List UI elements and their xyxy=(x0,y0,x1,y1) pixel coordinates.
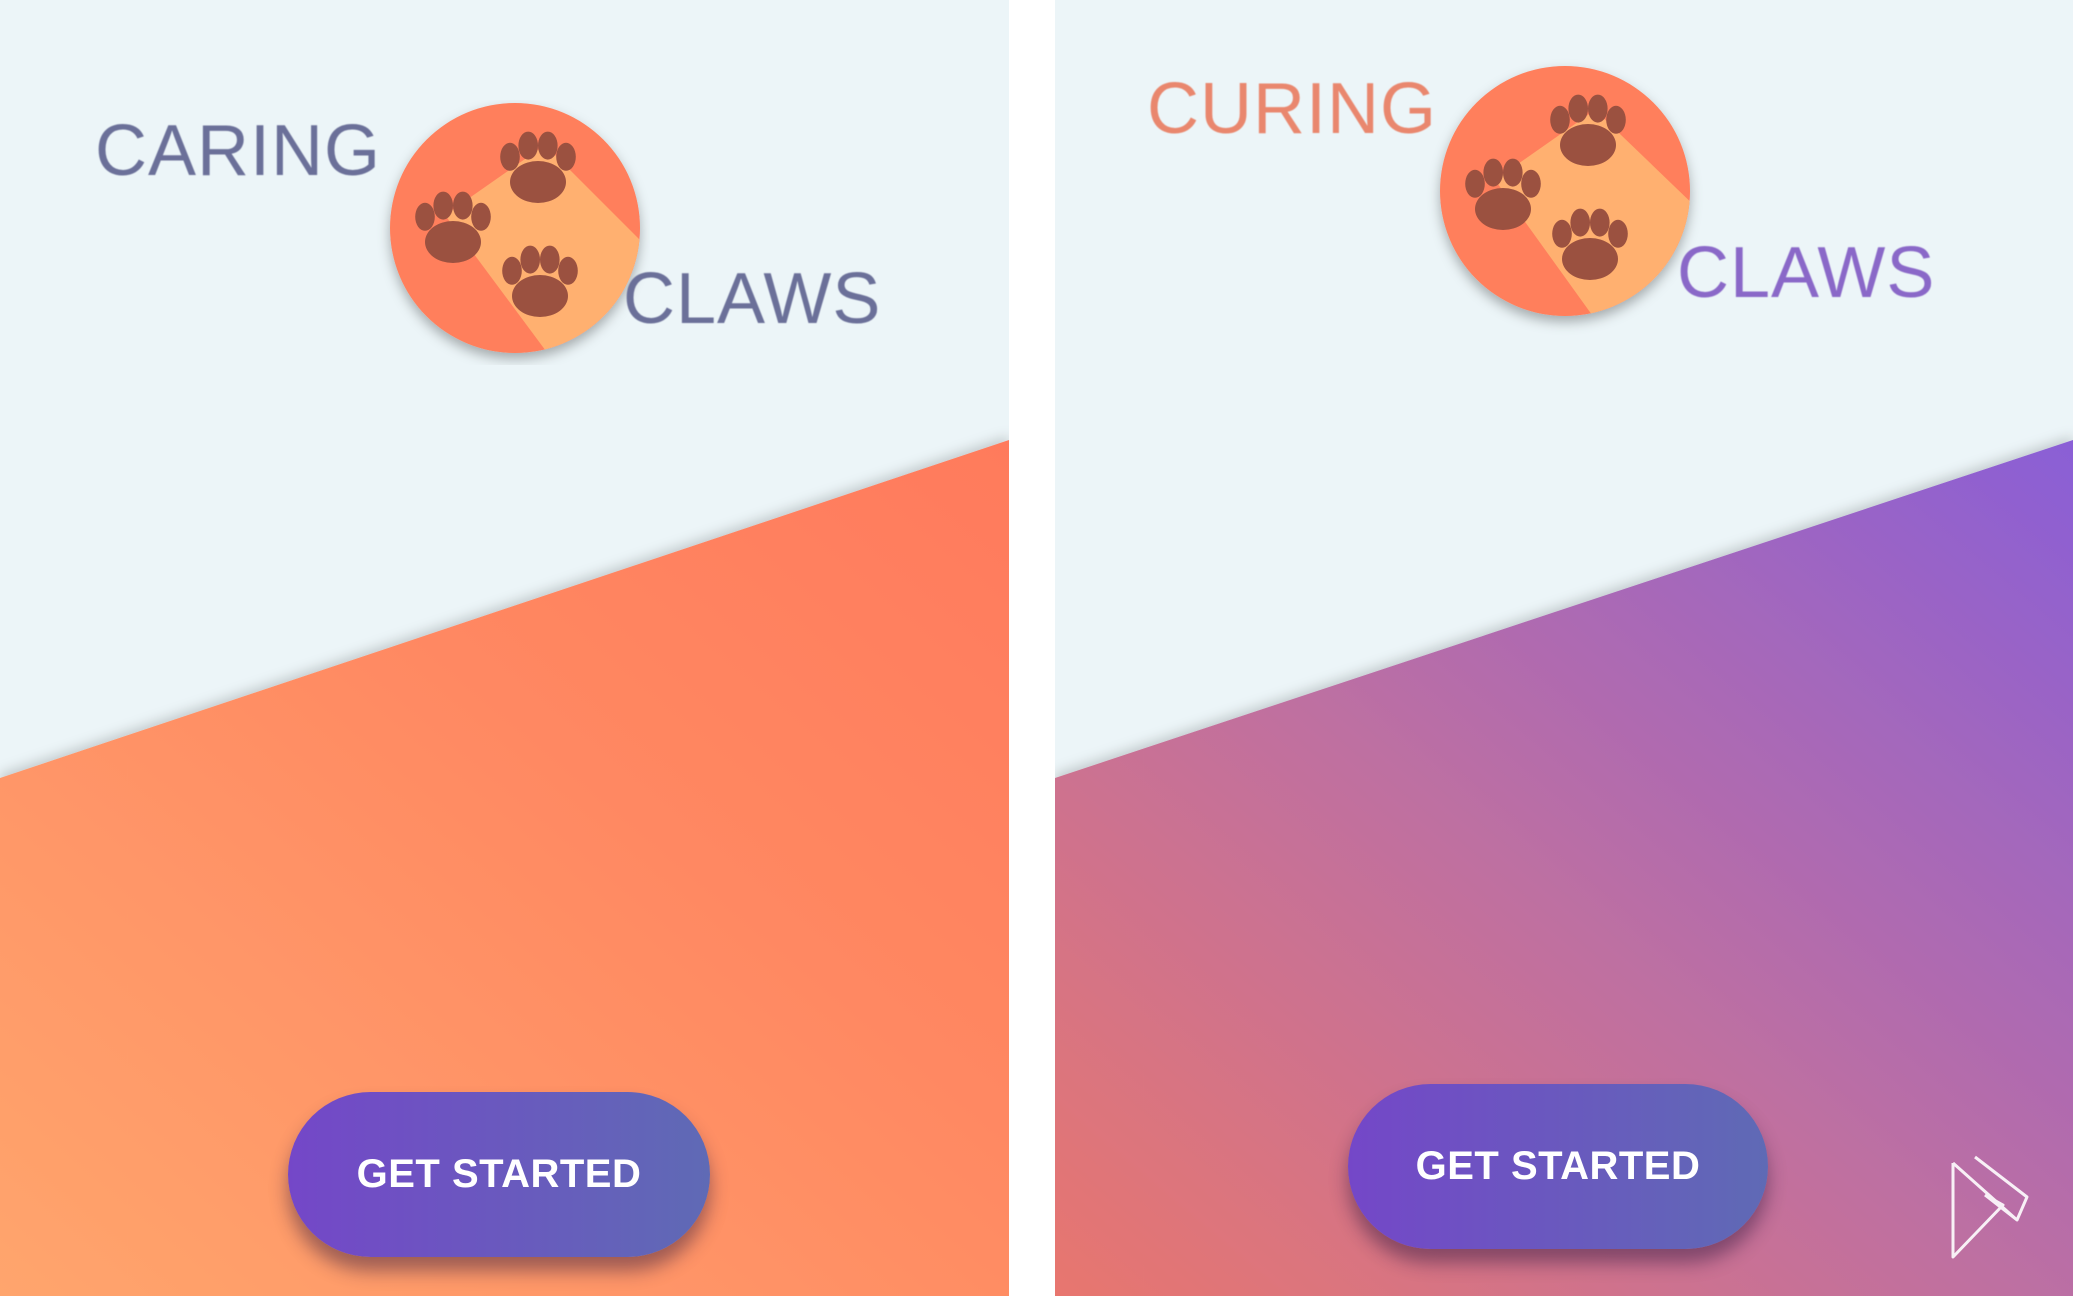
brand-word-claws: CLAWS xyxy=(1677,233,1936,313)
onboarding-screen-curing: CURING CLAWS GET STARTED xyxy=(1055,0,2073,1296)
paw-prints-icon xyxy=(1440,66,1690,316)
brand-word-caring: CARING xyxy=(95,111,382,191)
brand-word-claws: CLAWS xyxy=(623,259,882,339)
play-logo-icon xyxy=(1951,1155,2029,1259)
onboarding-screen-caring: CARING CLAWS GET STARTED xyxy=(0,0,1009,1296)
paw-prints-icon xyxy=(390,103,640,353)
get-started-button[interactable]: GET STARTED xyxy=(1348,1084,1768,1249)
brand-word-curing: CURING xyxy=(1147,69,1437,149)
get-started-button[interactable]: GET STARTED xyxy=(288,1092,710,1257)
